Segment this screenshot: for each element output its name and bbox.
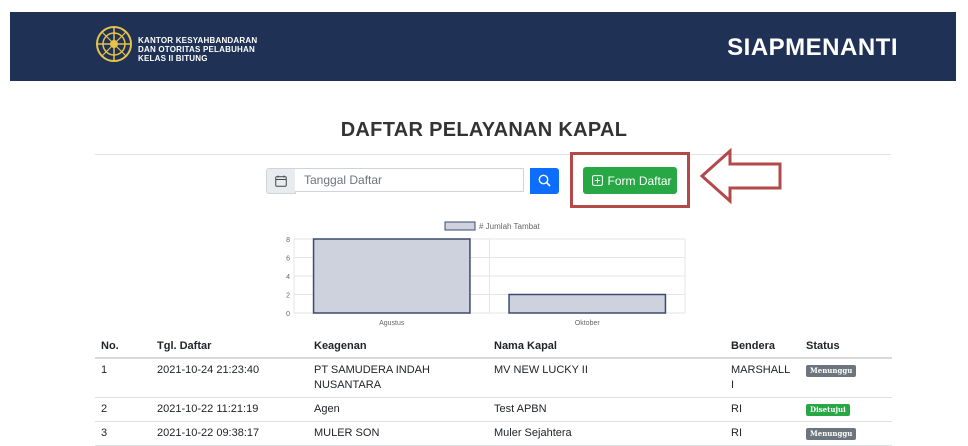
row-agent-line-1: PT SAMUDERA INDAH [314, 364, 430, 376]
row-flag: RI [725, 421, 800, 446]
table-row[interactable]: 3 2021-10-22 09:38:17 MULER SON Muler Se… [95, 421, 892, 446]
legend-label: # Jumlah Tambat [479, 222, 541, 231]
row-status: Menunggu [800, 358, 892, 398]
anchor-wheel-logo-icon [96, 26, 132, 62]
y-tick-label: 4 [286, 274, 290, 281]
col-header-flag: Bendera [725, 335, 800, 359]
row-date: 2021-10-24 21:23:40 [151, 358, 308, 398]
x-tick-label: Oktober [575, 320, 601, 327]
row-agent-line-2: NUSANTARA [314, 379, 382, 391]
row-status: Disetujui [800, 397, 892, 422]
y-tick-label: 8 [286, 237, 290, 244]
row-agent: Agen [308, 397, 488, 422]
row-ship: Muler Sejahtera [488, 421, 725, 446]
legend-swatch [444, 221, 476, 231]
calendar-addon[interactable] [266, 168, 296, 194]
row-date: 2021-10-22 11:21:19 [151, 397, 308, 422]
col-header-status: Status [800, 335, 892, 359]
row-no: 1 [95, 358, 151, 398]
row-ship: MV NEW LUCKY II [488, 358, 725, 398]
row-agent-line-1: Agen [314, 403, 340, 415]
row-no: 2 [95, 397, 151, 422]
table-row[interactable]: 1 2021-10-24 21:23:40 PT SAMUDERA INDAH N… [95, 358, 892, 398]
tambat-bar-chart: # Jumlah Tambat 0 2 4 6 8 Agustus Oktober [286, 221, 686, 327]
y-tick-label: 6 [286, 256, 290, 263]
page-title: DAFTAR PELAYANAN KAPAL [340, 119, 628, 141]
row-date: 2021-10-22 09:38:17 [151, 421, 308, 446]
top-header: KANTOR KESYAHBANDARAN DAN OTORITAS PELAB… [10, 12, 956, 81]
col-header-no: No. [95, 335, 151, 359]
office-name-line-1: KANTOR KESYAHBANDARAN [138, 36, 258, 45]
office-name-line-3: KELAS II BITUNG [138, 54, 208, 63]
table-header-row: No. Tgl. Daftar Keagenan Nama Kapal Bend… [95, 335, 892, 359]
calendar-icon [275, 175, 287, 187]
row-flag: RI [725, 397, 800, 422]
pelayanan-table: No. Tgl. Daftar Keagenan Nama Kapal Bend… [95, 335, 892, 446]
row-status: Menunggu [800, 421, 892, 446]
row-no: 3 [95, 421, 151, 446]
row-agent: PT SAMUDERA INDAH NUSANTARA [308, 358, 488, 398]
y-tick-label: 0 [286, 311, 290, 318]
table-row[interactable]: 2 2021-10-22 11:21:19 Agen Test APBN RI … [95, 397, 892, 422]
x-tick-label: Agustus [379, 320, 405, 327]
row-agent-line-1: MULER SON [314, 427, 380, 439]
date-search-group [266, 168, 559, 194]
col-header-agent: Keagenan [308, 335, 488, 359]
status-badge: Disetujui [806, 404, 850, 416]
status-badge: Menunggu [806, 365, 857, 377]
y-tick-label: 2 [286, 293, 290, 300]
app-title: SIAPMENANTI [727, 34, 898, 61]
col-header-ship: Nama Kapal [488, 335, 725, 359]
row-flag: MARSHALL I [725, 358, 800, 398]
status-badge: Menunggu [806, 428, 857, 440]
row-agent: MULER SON [308, 421, 488, 446]
col-header-date: Tgl. Daftar [151, 335, 308, 359]
annotation-arrow-icon [700, 148, 782, 204]
annotation-highlight-box [570, 152, 690, 208]
date-search-input[interactable] [295, 168, 524, 192]
office-name-line-2: DAN OTORITAS PELABUHAN [138, 45, 255, 54]
bar-oktober [508, 293, 667, 314]
magnifier-icon [538, 174, 551, 187]
row-ship: Test APBN [488, 397, 725, 422]
office-name: KANTOR KESYAHBANDARAN DAN OTORITAS PELAB… [138, 36, 257, 63]
search-button[interactable] [530, 168, 559, 194]
bar-agustus [312, 238, 471, 314]
